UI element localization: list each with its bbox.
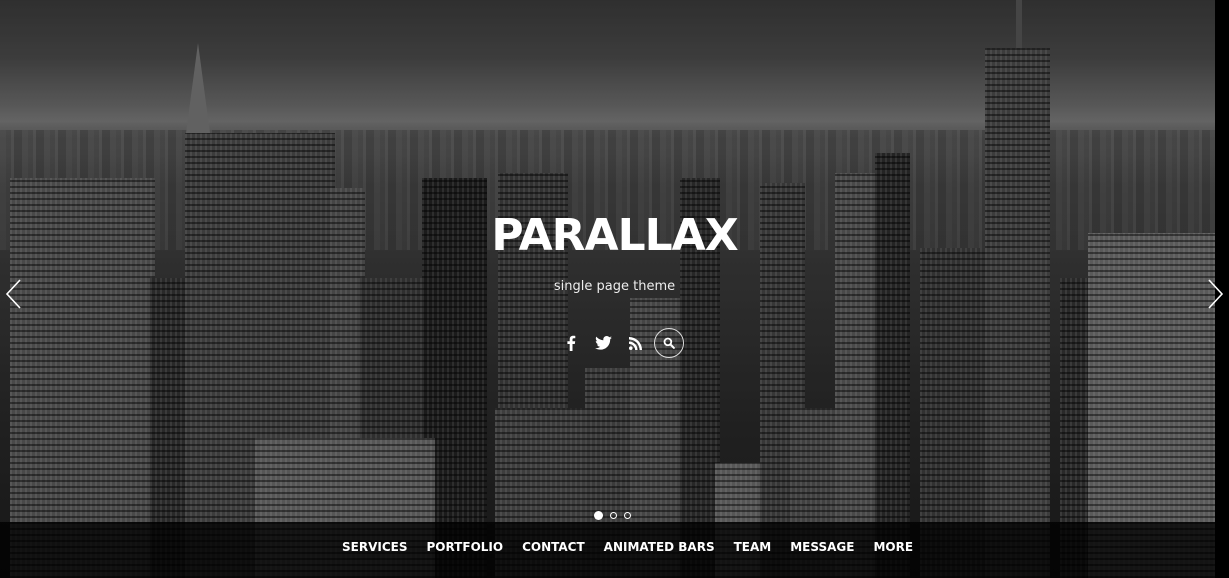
twitter-icon [594,336,612,350]
main-navigation: SERVICES PORTFOLIO CONTACT ANIMATED BARS… [342,540,932,554]
nav-item-contact[interactable]: CONTACT [522,540,585,554]
site-title: PARALLAX [491,210,738,261]
facebook-link[interactable] [556,328,586,358]
chevron-left-icon [5,279,21,309]
social-links [556,328,686,358]
rss-link[interactable] [620,328,650,358]
nav-item-services[interactable]: SERVICES [342,540,407,554]
slider-next-button[interactable] [1206,278,1224,310]
search-icon [663,337,675,349]
slider-pagination [594,511,631,520]
facebook-icon [567,335,576,351]
nav-item-animated-bars[interactable]: ANIMATED BARS [604,540,715,554]
slider-dot-1[interactable] [594,511,603,520]
slider-dot-3[interactable] [624,512,631,519]
site-tagline: single page theme [553,279,676,294]
nav-item-more[interactable]: MORE [873,540,913,554]
chevron-right-icon [1208,279,1224,309]
twitter-link[interactable] [588,328,618,358]
rss-icon [628,336,642,350]
nav-item-team[interactable]: TEAM [734,540,772,554]
nav-item-portfolio[interactable]: PORTFOLIO [426,540,503,554]
slider-dot-2[interactable] [610,512,617,519]
nav-item-message[interactable]: MESSAGE [790,540,854,554]
slider-prev-button[interactable] [5,278,23,310]
search-button[interactable] [654,328,684,358]
